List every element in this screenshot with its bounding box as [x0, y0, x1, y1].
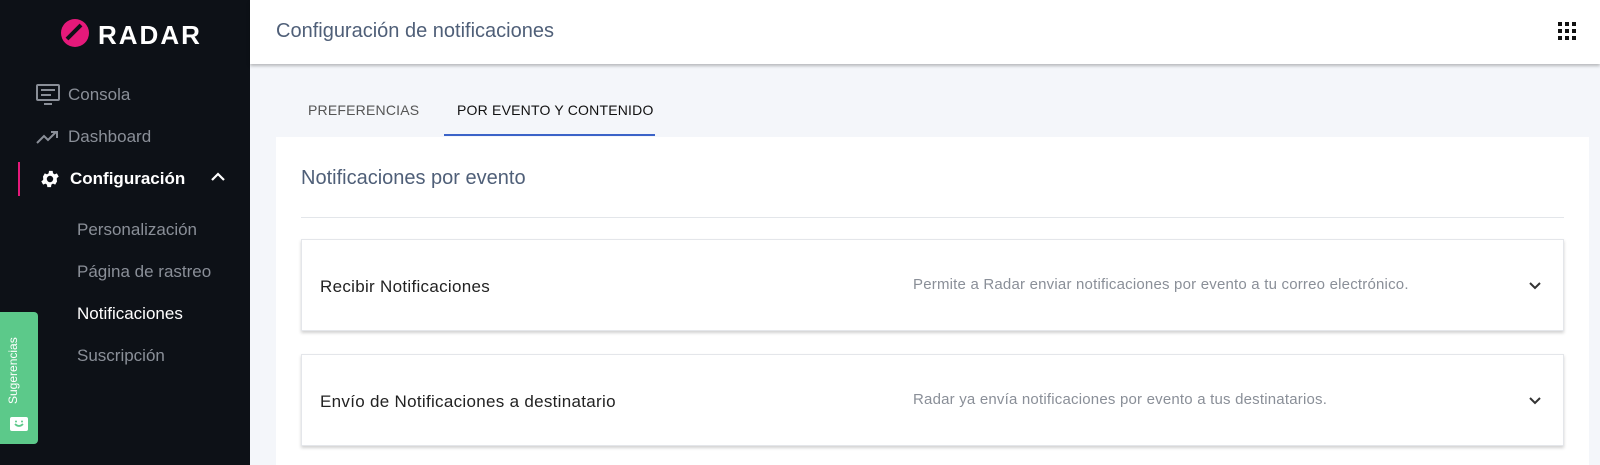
chevron-down-icon[interactable]	[1527, 393, 1543, 409]
apps-grid-icon[interactable]	[1558, 22, 1576, 40]
tab-por-evento-y-contenido[interactable]: POR EVENTO Y CONTENIDO	[457, 102, 654, 118]
panel-title: Envío de Notificaciones a destinatario	[320, 392, 616, 411]
tab-indicator	[444, 134, 655, 136]
panel-description: Radar ya envía notificaciones por evento…	[913, 391, 1328, 408]
sidebar-subitem-notificaciones[interactable]: Notificaciones	[77, 304, 183, 324]
feedback-button[interactable]: Sugerencias	[0, 312, 38, 444]
section-title: Notificaciones por evento	[301, 167, 526, 189]
feedback-icon	[10, 417, 28, 431]
radar-logo-icon	[61, 18, 89, 47]
monitor-icon	[36, 83, 60, 107]
sidebar-item-label: Dashboard	[68, 127, 152, 146]
panel-description: Permite a Radar enviar notificaciones po…	[913, 276, 1409, 293]
expansion-panel-recibir-notificaciones[interactable]: Recibir Notificaciones Permite a Radar e…	[301, 239, 1564, 331]
tab-preferencias[interactable]: PREFERENCIAS	[308, 102, 419, 118]
trending-up-icon	[36, 125, 60, 149]
content-card: Notificaciones por evento Recibir Notifi…	[276, 137, 1589, 465]
sidebar-subitem-pagina-de-rastreo[interactable]: Página de rastreo	[77, 262, 211, 282]
page-title: Configuración de notificaciones	[276, 20, 554, 42]
sidebar-item-consola[interactable]: Consola	[36, 80, 130, 110]
expansion-panel-envio-destinatario[interactable]: Envío de Notificaciones a destinatario R…	[301, 354, 1564, 446]
brand-name: RADAR	[98, 20, 202, 50]
panel-title: Recibir Notificaciones	[320, 277, 491, 296]
brand-logo[interactable]: RADAR	[60, 14, 202, 51]
sidebar-item-configuracion[interactable]: Configuración	[38, 164, 185, 194]
feedback-label: Sugerencias	[6, 337, 20, 404]
sidebar-item-label: Consola	[68, 85, 131, 104]
sidebar: RADAR Consola Dashboard Configuración Pe…	[0, 0, 250, 465]
chevron-up-icon[interactable]	[210, 170, 226, 182]
sidebar-item-dashboard[interactable]: Dashboard	[36, 122, 151, 152]
active-indicator	[18, 162, 20, 196]
sidebar-item-label: Configuración	[70, 169, 186, 188]
top-header: Configuración de notificaciones	[250, 0, 1600, 64]
sidebar-subitem-personalizacion[interactable]: Personalización	[77, 220, 197, 240]
divider	[301, 217, 1564, 218]
chevron-down-icon[interactable]	[1527, 278, 1543, 294]
sidebar-subitem-suscripcion[interactable]: Suscripción	[77, 346, 165, 366]
gear-icon	[38, 167, 62, 191]
